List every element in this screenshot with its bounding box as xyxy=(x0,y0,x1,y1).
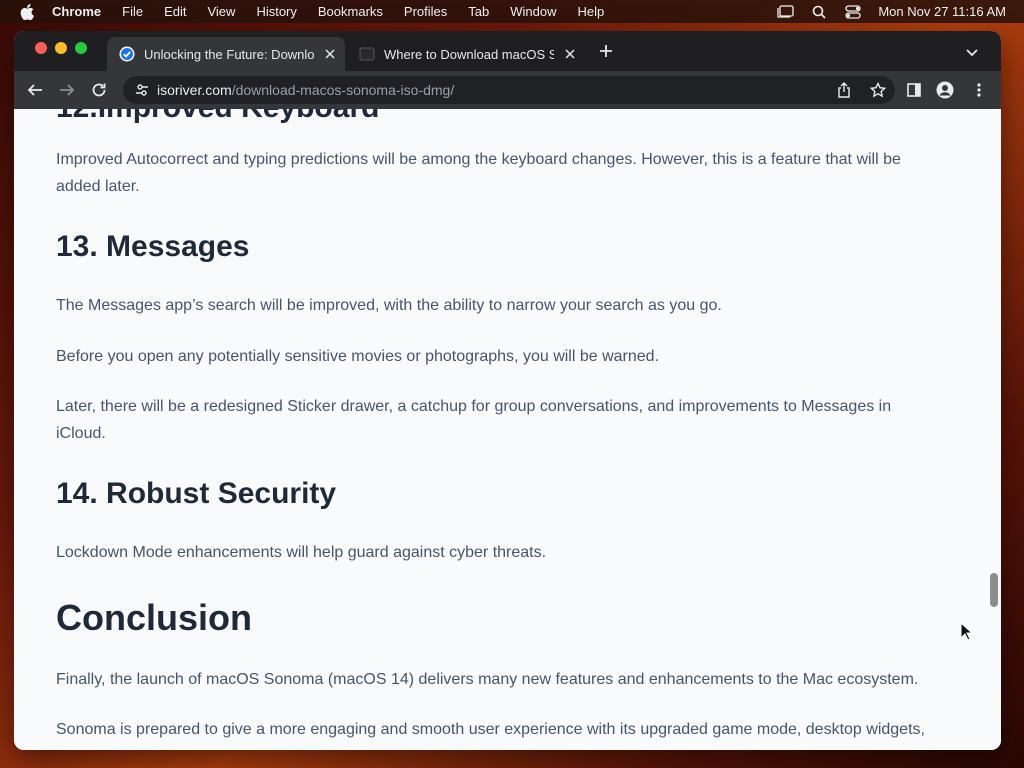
menu-history[interactable]: History xyxy=(256,4,296,19)
menu-bar: Chrome File Edit View History Bookmarks … xyxy=(0,0,1024,23)
tab-close-icon[interactable] xyxy=(322,46,338,62)
url-host: isoriver.com xyxy=(157,82,232,98)
menu-window[interactable]: Window xyxy=(510,4,556,19)
tab-unlocking-the-future[interactable]: Unlocking the Future: Download xyxy=(107,37,345,71)
menu-bar-clock[interactable]: Mon Nov 27 11:16 AM xyxy=(878,4,1006,19)
paragraph-messages-warning: Before you open any potentially sensitiv… xyxy=(56,348,660,365)
window-minimize-button[interactable] xyxy=(55,42,67,54)
site-favicon-icon xyxy=(119,46,135,62)
menu-app-name[interactable]: Chrome xyxy=(52,4,101,19)
stage-manager-icon[interactable] xyxy=(776,4,794,19)
share-icon[interactable] xyxy=(835,81,853,99)
browser-window: Unlocking the Future: Download Where to … xyxy=(14,31,1001,750)
paragraph-conclusion-2: Sonoma is prepared to give a more engagi… xyxy=(56,721,925,738)
paragraph-conclusion-1: Finally, the launch of macOS Sonoma (mac… xyxy=(56,671,919,688)
profile-avatar-icon[interactable] xyxy=(936,81,954,99)
control-center-icon[interactable] xyxy=(844,4,862,19)
menu-view[interactable]: View xyxy=(207,4,235,19)
tab-close-icon[interactable] xyxy=(562,46,578,62)
browser-toolbar: isoriver.com/download-macos-sonoma-iso-d… xyxy=(14,71,1001,109)
address-bar[interactable]: isoriver.com/download-macos-sonoma-iso-d… xyxy=(123,76,895,104)
menu-help[interactable]: Help xyxy=(578,4,605,19)
paragraph-messages-search: The Messages app’s search will be improv… xyxy=(56,297,722,314)
tab-title: Unlocking the Future: Download xyxy=(144,46,314,62)
paragraph-security: Lockdown Mode enhancements will help gua… xyxy=(56,544,547,561)
new-tab-plus-icon[interactable] xyxy=(598,43,614,59)
tab-search-chevron-down-icon[interactable] xyxy=(965,45,979,57)
menu-tab[interactable]: Tab xyxy=(468,4,489,19)
tab-strip: Unlocking the Future: Download Where to … xyxy=(14,31,1001,71)
site-info-icon[interactable] xyxy=(135,83,149,97)
tab-favicon-icon xyxy=(359,46,375,62)
menu-file[interactable]: File xyxy=(122,4,143,19)
window-zoom-button[interactable] xyxy=(75,42,87,54)
forward-arrow-icon[interactable] xyxy=(58,81,76,99)
tab-where-to-download[interactable]: Where to Download macOS So xyxy=(347,37,585,71)
page-content: 12.Improved Keyboard Improved Autocorrec… xyxy=(14,109,1001,750)
tab-title: Where to Download macOS So xyxy=(384,46,554,62)
paragraph-keyboard: Improved Autocorrect and typing predicti… xyxy=(56,151,901,195)
menu-edit[interactable]: Edit xyxy=(164,4,186,19)
reload-icon[interactable] xyxy=(90,81,108,99)
back-arrow-icon[interactable] xyxy=(26,81,44,99)
window-close-button[interactable] xyxy=(35,42,47,54)
bookmark-star-icon[interactable] xyxy=(869,81,887,99)
side-panel-icon[interactable] xyxy=(905,81,923,99)
apple-menu-icon[interactable] xyxy=(19,3,35,20)
heading-conclusion: Conclusion xyxy=(56,597,252,638)
menu-bookmarks[interactable]: Bookmarks xyxy=(318,4,383,19)
url-path: /download-macos-sonoma-iso-dmg/ xyxy=(231,82,455,98)
section-heading-security: 14. Robust Security xyxy=(56,477,337,510)
section-heading-messages: 13. Messages xyxy=(56,230,250,263)
section-heading-keyboard: 12.Improved Keyboard xyxy=(56,109,379,125)
paragraph-messages-stickers: Later, there will be a redesigned Sticke… xyxy=(56,398,892,442)
menu-profiles[interactable]: Profiles xyxy=(404,4,447,19)
mouse-pointer-icon xyxy=(960,621,974,642)
url-text[interactable]: isoriver.com/download-macos-sonoma-iso-d… xyxy=(157,82,454,98)
more-menu-icon[interactable] xyxy=(970,81,988,99)
vertical-scrollbar[interactable] xyxy=(987,109,1001,750)
spotlight-search-icon[interactable] xyxy=(810,5,828,19)
scrollbar-thumb[interactable] xyxy=(990,573,998,607)
